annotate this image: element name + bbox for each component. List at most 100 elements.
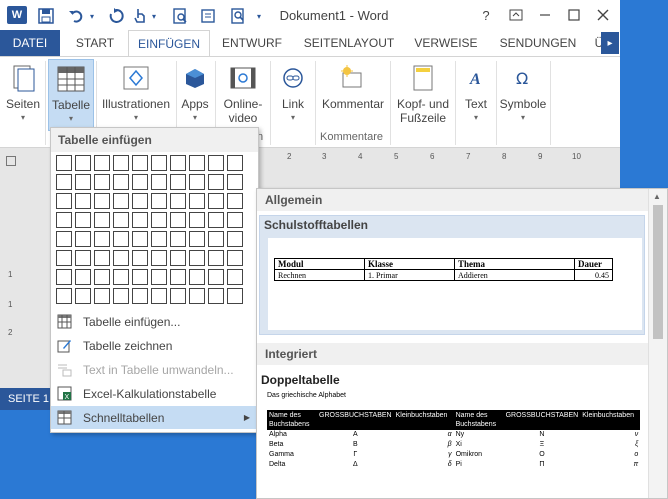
grid-cell[interactable] bbox=[189, 231, 205, 247]
grid-cell[interactable] bbox=[75, 231, 91, 247]
grid-cell[interactable] bbox=[56, 269, 72, 285]
close-icon[interactable] bbox=[592, 5, 614, 25]
doppeltabelle-preview[interactable]: Name des Buchstabens GROSSBUCHSTABEN Kle… bbox=[267, 410, 641, 470]
tab-datei[interactable]: DATEI bbox=[0, 30, 60, 56]
grid-cell[interactable] bbox=[56, 250, 72, 266]
maximize-icon[interactable] bbox=[563, 5, 585, 25]
grid-cell[interactable] bbox=[113, 155, 129, 171]
grid-cell[interactable] bbox=[170, 231, 186, 247]
grid-cell[interactable] bbox=[94, 193, 110, 209]
grid-cell[interactable] bbox=[151, 231, 167, 247]
grid-cell[interactable] bbox=[189, 212, 205, 228]
menu-item-text-umwandeln[interactable]: Text in Tabelle umwandeln... bbox=[51, 358, 258, 381]
doppeltabelle-title[interactable]: Doppeltabelle bbox=[261, 373, 340, 387]
grid-cell[interactable] bbox=[56, 193, 72, 209]
grid-cell[interactable] bbox=[227, 269, 243, 285]
help-button[interactable]: ? bbox=[475, 5, 497, 25]
quick-table-schulstoff[interactable]: Schulstofftabellen Modul Klasse Thema Da… bbox=[259, 215, 645, 335]
grid-cell[interactable] bbox=[227, 250, 243, 266]
grid-cell[interactable] bbox=[75, 250, 91, 266]
grid-cell[interactable] bbox=[170, 174, 186, 190]
grid-cell[interactable] bbox=[170, 155, 186, 171]
grid-cell[interactable] bbox=[56, 155, 72, 171]
grid-cell[interactable] bbox=[151, 212, 167, 228]
grid-cell[interactable] bbox=[94, 174, 110, 190]
grid-cell[interactable] bbox=[151, 174, 167, 190]
grid-cell[interactable] bbox=[113, 231, 129, 247]
apps-button[interactable]: Apps ▾ bbox=[178, 59, 212, 133]
grid-cell[interactable] bbox=[132, 155, 148, 171]
menu-item-tabelle-einfuegen[interactable]: Tabelle einfügen... bbox=[51, 310, 258, 333]
menu-item-excel[interactable]: X Excel-Kalkulationstabelle bbox=[51, 382, 258, 405]
grid-cell[interactable] bbox=[189, 288, 205, 304]
grid-cell[interactable] bbox=[170, 193, 186, 209]
grid-cell[interactable] bbox=[189, 193, 205, 209]
grid-cell[interactable] bbox=[151, 193, 167, 209]
grid-cell[interactable] bbox=[208, 193, 224, 209]
tab-selector-icon[interactable] bbox=[6, 156, 16, 166]
grid-cell[interactable] bbox=[151, 155, 167, 171]
grid-cell[interactable] bbox=[113, 174, 129, 190]
grid-cell[interactable] bbox=[113, 269, 129, 285]
tab-scroll-right-icon[interactable]: ▸ bbox=[601, 32, 619, 54]
menu-item-schnelltabellen[interactable]: Schnelltabellen ▶ bbox=[51, 406, 258, 429]
grid-cell[interactable] bbox=[113, 193, 129, 209]
tab-einfuegen[interactable]: EINFÜGEN bbox=[128, 30, 210, 56]
illustrationen-button[interactable]: Illustrationen ▾ bbox=[98, 59, 174, 133]
grid-cell[interactable] bbox=[227, 193, 243, 209]
grid-cell[interactable] bbox=[189, 250, 205, 266]
tab-seitenlayout[interactable]: SEITENLAYOUT bbox=[294, 30, 404, 56]
symbole-button[interactable]: Ω Symbole ▾ bbox=[498, 59, 548, 133]
grid-cell[interactable] bbox=[227, 288, 243, 304]
grid-cell[interactable] bbox=[208, 250, 224, 266]
grid-cell[interactable] bbox=[113, 212, 129, 228]
grid-cell[interactable] bbox=[56, 231, 72, 247]
tab-entwurf[interactable]: ENTWURF bbox=[214, 30, 290, 56]
grid-cell[interactable] bbox=[189, 174, 205, 190]
grid-cell[interactable] bbox=[170, 269, 186, 285]
grid-cell[interactable] bbox=[94, 250, 110, 266]
grid-cell[interactable] bbox=[208, 269, 224, 285]
grid-cell[interactable] bbox=[151, 250, 167, 266]
grid-cell[interactable] bbox=[56, 212, 72, 228]
grid-cell[interactable] bbox=[56, 174, 72, 190]
grid-cell[interactable] bbox=[170, 212, 186, 228]
tabelle-button[interactable]: Tabelle ▾ bbox=[48, 59, 94, 131]
minimize-icon[interactable] bbox=[534, 5, 556, 25]
grid-cell[interactable] bbox=[94, 269, 110, 285]
grid-cell[interactable] bbox=[132, 193, 148, 209]
grid-cell[interactable] bbox=[113, 288, 129, 304]
grid-cell[interactable] bbox=[132, 269, 148, 285]
grid-cell[interactable] bbox=[94, 231, 110, 247]
scrollbar-thumb[interactable] bbox=[653, 205, 663, 339]
online-video-button[interactable]: Online- video bbox=[218, 59, 268, 133]
grid-cell[interactable] bbox=[132, 174, 148, 190]
grid-cell[interactable] bbox=[75, 193, 91, 209]
kopf-fusszeile-button[interactable]: Kopf- und Fußzeile bbox=[393, 59, 453, 133]
grid-cell[interactable] bbox=[151, 269, 167, 285]
text-button[interactable]: A Text ▾ bbox=[458, 59, 494, 133]
grid-cell[interactable] bbox=[170, 288, 186, 304]
grid-cell[interactable] bbox=[132, 212, 148, 228]
tab-sendungen[interactable]: SENDUNGEN bbox=[488, 30, 588, 56]
gallery-scrollbar[interactable]: ▲ bbox=[648, 189, 667, 498]
grid-cell[interactable] bbox=[208, 212, 224, 228]
link-button[interactable]: Link ▾ bbox=[273, 59, 313, 133]
grid-cell[interactable] bbox=[227, 174, 243, 190]
grid-cell[interactable] bbox=[151, 288, 167, 304]
grid-cell[interactable] bbox=[94, 288, 110, 304]
tab-start[interactable]: START bbox=[64, 30, 126, 56]
grid-cell[interactable] bbox=[94, 155, 110, 171]
grid-cell[interactable] bbox=[208, 231, 224, 247]
kommentar-button[interactable]: Kommentar bbox=[318, 59, 388, 133]
grid-cell[interactable] bbox=[170, 250, 186, 266]
grid-cell[interactable] bbox=[227, 155, 243, 171]
scroll-up-icon[interactable]: ▲ bbox=[653, 192, 661, 201]
grid-cell[interactable] bbox=[75, 155, 91, 171]
grid-cell[interactable] bbox=[75, 212, 91, 228]
grid-cell[interactable] bbox=[132, 231, 148, 247]
grid-cell[interactable] bbox=[189, 155, 205, 171]
grid-cell[interactable] bbox=[75, 174, 91, 190]
grid-cell[interactable] bbox=[132, 250, 148, 266]
grid-cell[interactable] bbox=[132, 288, 148, 304]
